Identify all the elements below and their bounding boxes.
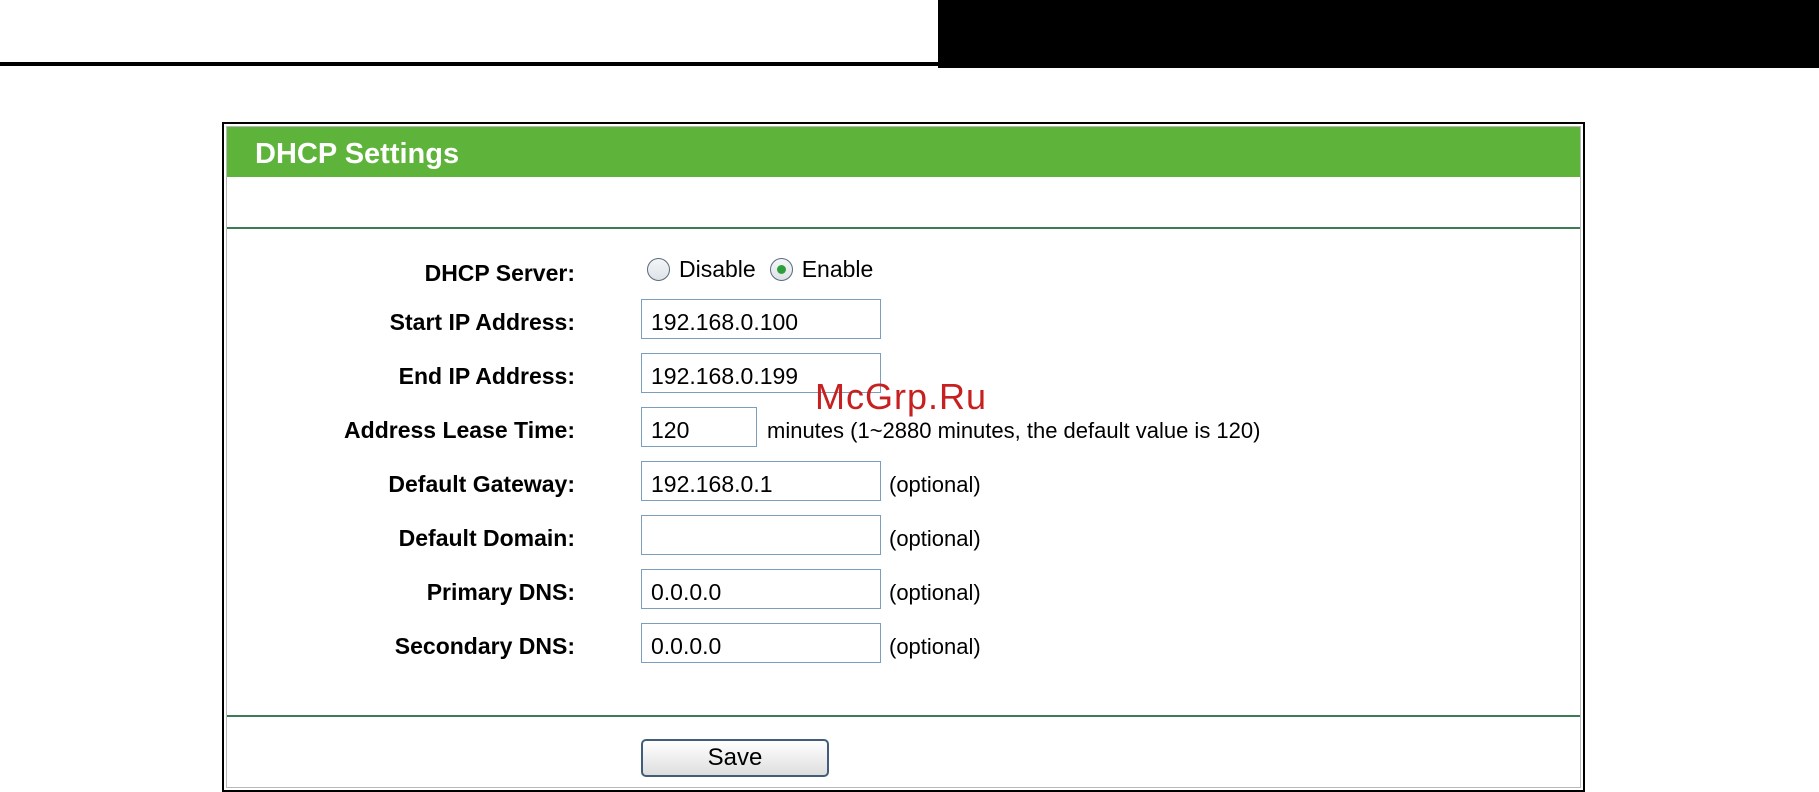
- start-ip-label: Start IP Address:: [389, 309, 575, 335]
- primary-dns-row: Primary DNS: (optional): [227, 569, 1580, 613]
- top-divider: [227, 227, 1580, 229]
- page-title: DHCP Settings: [255, 138, 460, 170]
- save-button[interactable]: Save: [641, 739, 829, 777]
- end-ip-label: End IP Address:: [398, 363, 575, 389]
- enable-radio-label[interactable]: Enable: [802, 256, 874, 283]
- gateway-input[interactable]: [641, 461, 881, 501]
- secondary-dns-input[interactable]: [641, 623, 881, 663]
- lease-time-hint: minutes (1~2880 minutes, the default val…: [767, 418, 1261, 443]
- start-ip-input[interactable]: [641, 299, 881, 339]
- primary-dns-input[interactable]: [641, 569, 881, 609]
- secondary-dns-hint: (optional): [889, 634, 981, 659]
- dhcp-server-radio-group: Disable Enable: [647, 256, 887, 283]
- start-ip-row: Start IP Address:: [227, 299, 1580, 343]
- top-black-block: [938, 0, 1819, 68]
- domain-label: Default Domain:: [398, 525, 575, 551]
- gateway-label: Default Gateway:: [388, 471, 575, 497]
- domain-row: Default Domain: (optional): [227, 515, 1580, 559]
- gateway-hint: (optional): [889, 472, 981, 497]
- radio-selected-dot: [776, 265, 786, 274]
- disable-radio[interactable]: [647, 258, 670, 281]
- dhcp-server-row: DHCP Server: Disable Enable: [227, 250, 1580, 294]
- secondary-dns-row: Secondary DNS: (optional): [227, 623, 1580, 667]
- secondary-dns-label: Secondary DNS:: [394, 633, 575, 659]
- panel-inner-frame: DHCP Settings DHCP Server: Disable Enabl…: [226, 126, 1581, 788]
- primary-dns-hint: (optional): [889, 580, 981, 605]
- domain-hint: (optional): [889, 526, 981, 551]
- enable-radio[interactable]: [769, 258, 793, 281]
- disable-radio-label[interactable]: Disable: [679, 256, 756, 283]
- lease-time-label: Address Lease Time:: [344, 417, 575, 443]
- bottom-divider: [227, 715, 1580, 717]
- top-rule: [0, 62, 940, 66]
- panel-header: DHCP Settings: [227, 127, 1580, 177]
- dhcp-server-label: DHCP Server:: [424, 260, 575, 286]
- domain-input[interactable]: [641, 515, 881, 555]
- lease-time-input[interactable]: [641, 407, 757, 447]
- dhcp-settings-panel: DHCP Settings DHCP Server: Disable Enabl…: [222, 122, 1585, 792]
- watermark-text: McGrp.Ru: [815, 376, 988, 417]
- primary-dns-label: Primary DNS:: [426, 579, 575, 605]
- gateway-row: Default Gateway: (optional): [227, 461, 1580, 505]
